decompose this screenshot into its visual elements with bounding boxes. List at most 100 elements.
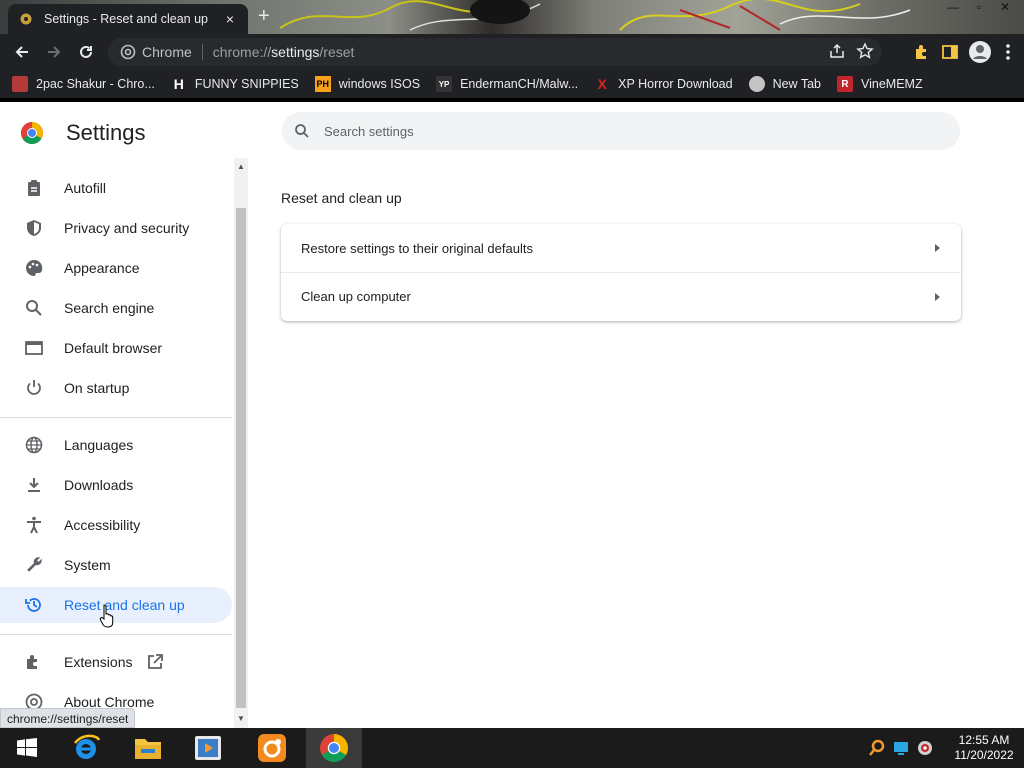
- profile-avatar-icon[interactable]: [968, 40, 992, 64]
- chrome-logo-icon: [21, 122, 43, 144]
- chrome-icon: [320, 734, 348, 762]
- globe-icon: [24, 435, 44, 455]
- site-chip-label: Chrome: [142, 44, 192, 60]
- bookmark-item[interactable]: New Tab: [748, 76, 821, 92]
- internet-explorer-icon: [74, 734, 101, 759]
- sidebar-item-system[interactable]: System: [0, 547, 232, 583]
- forward-button[interactable]: [38, 36, 70, 68]
- media-player-icon: [195, 736, 221, 760]
- download-icon: [24, 475, 44, 495]
- back-button[interactable]: [6, 36, 38, 68]
- shield-icon: [24, 218, 44, 238]
- sidebar-item-appearance[interactable]: Appearance: [0, 250, 232, 286]
- taskbar-app-internet-explorer[interactable]: [58, 728, 114, 768]
- accessibility-icon: [24, 515, 44, 535]
- search-settings-input[interactable]: Search settings: [282, 112, 960, 150]
- sidebar-item-privacy-security[interactable]: Privacy and security: [0, 210, 232, 246]
- tray-monitor-icon[interactable]: [892, 739, 910, 757]
- sidebar-scrollbar[interactable]: ▲ ▼: [234, 158, 248, 728]
- tab-close-icon[interactable]: ×: [222, 11, 238, 27]
- url-text: chrome://settings/reset: [212, 44, 355, 60]
- window-controls: — ▫ ✕: [940, 0, 1018, 16]
- bookmark-item[interactable]: R VineMEMZ: [837, 76, 923, 92]
- sidebar-divider: [0, 634, 232, 635]
- search-icon: [24, 298, 44, 318]
- tray-search-icon[interactable]: [868, 739, 886, 757]
- restore-button[interactable]: ▫: [966, 0, 992, 16]
- browser-icon: [24, 338, 44, 358]
- sidebar-item-languages[interactable]: Languages: [0, 427, 232, 463]
- windows-taskbar: 12:55 AM 11/20/2022: [0, 728, 1024, 768]
- taskbar-app-uc-browser[interactable]: [244, 728, 300, 768]
- scrollbar-thumb[interactable]: [236, 208, 246, 708]
- start-icon: [17, 738, 37, 757]
- palette-icon: [24, 258, 44, 278]
- bookmark-item[interactable]: YP EndermanCH/Malw...: [436, 76, 578, 92]
- wallpaper-scribble: [279, 0, 911, 31]
- bookmark-item[interactable]: X XP Horror Download: [594, 76, 733, 92]
- section-title: Reset and clean up: [281, 190, 402, 206]
- chrome-site-icon: [120, 44, 136, 60]
- clean-up-computer-row[interactable]: Clean up computer: [281, 272, 961, 320]
- bookmark-item[interactable]: 2pac Shakur - Chro...: [12, 76, 155, 92]
- side-panel-icon[interactable]: [940, 42, 960, 62]
- sidebar-divider: [0, 417, 232, 418]
- file-explorer-icon: [135, 739, 161, 759]
- taskbar-app-chrome[interactable]: [306, 728, 362, 768]
- back-arrow-icon: [15, 46, 28, 58]
- uc-browser-icon: [258, 734, 286, 762]
- sidebar-item-search-engine[interactable]: Search engine: [0, 290, 232, 326]
- tray-app-icon[interactable]: [916, 739, 934, 757]
- share-icon[interactable]: [828, 42, 846, 60]
- scroll-up-arrow-icon[interactable]: ▲: [237, 162, 245, 171]
- reset-card: Restore settings to their original defau…: [281, 224, 961, 321]
- sidebar-item-autofill[interactable]: Autofill: [0, 170, 232, 206]
- more-menu-icon[interactable]: [1000, 42, 1016, 62]
- forward-arrow-icon: [48, 46, 61, 58]
- bookmark-item[interactable]: H FUNNY SNIPPIES: [171, 76, 299, 92]
- browser-tab[interactable]: Settings - Reset and clean up ×: [8, 4, 248, 34]
- arrow-right-icon: [935, 292, 940, 301]
- scroll-down-arrow-icon[interactable]: ▼: [237, 714, 245, 723]
- globe-icon: [748, 76, 765, 92]
- clock-time: 12:55 AM: [958, 733, 1010, 747]
- omnibox-separator: [201, 44, 203, 60]
- sidebar-item-accessibility[interactable]: Accessibility: [0, 507, 232, 543]
- open-external-icon: [146, 653, 164, 671]
- address-bar[interactable]: Chrome chrome://settings/reset: [108, 38, 882, 66]
- settings-sidebar: Autofill Privacy and security Appearance…: [0, 158, 234, 728]
- extensions-puzzle-icon[interactable]: [912, 42, 932, 62]
- h-logo-icon: H: [173, 76, 184, 92]
- clock-date: 11/20/2022: [954, 748, 1014, 762]
- taskbar-app-file-explorer[interactable]: [120, 728, 176, 768]
- minimize-button[interactable]: —: [940, 0, 966, 16]
- title-bar: Settings - Reset and clean up × + — ▫ ✕: [0, 0, 1024, 34]
- x-logo-icon: X: [597, 76, 607, 92]
- close-window-button[interactable]: ✕: [992, 0, 1018, 16]
- new-tab-button[interactable]: +: [258, 6, 270, 26]
- settings-header: Settings: [20, 120, 146, 146]
- browser-toolbar: Chrome chrome://settings/reset: [0, 34, 1024, 70]
- puzzle-icon: [24, 652, 44, 672]
- start-button[interactable]: [0, 728, 54, 768]
- sidebar-item-on-startup[interactable]: On startup: [0, 370, 232, 406]
- bookmark-item[interactable]: PH windows ISOS: [314, 76, 420, 92]
- reload-button[interactable]: [70, 36, 102, 68]
- clock[interactable]: 12:55 AM 11/20/2022: [944, 733, 1024, 763]
- history-icon: [24, 595, 44, 615]
- sidebar-item-extensions[interactable]: Extensions: [0, 644, 232, 680]
- bookmark-star-icon[interactable]: [856, 42, 874, 60]
- power-icon: [24, 378, 44, 398]
- taskbar-app-media-player[interactable]: [180, 728, 236, 768]
- system-tray: 12:55 AM 11/20/2022: [868, 728, 1024, 768]
- image-icon: [12, 76, 28, 92]
- restore-defaults-row[interactable]: Restore settings to their original defau…: [281, 224, 961, 272]
- search-icon: [295, 124, 309, 138]
- settings-page: Settings Search settings Autofill Privac…: [0, 102, 1024, 728]
- yp-logo-icon: YP: [436, 76, 453, 92]
- sidebar-item-default-browser[interactable]: Default browser: [0, 330, 232, 366]
- status-bubble: chrome://settings/reset: [0, 708, 136, 728]
- page-title: Settings: [66, 120, 146, 145]
- clipboard-icon: [24, 178, 44, 198]
- sidebar-item-downloads[interactable]: Downloads: [0, 467, 232, 503]
